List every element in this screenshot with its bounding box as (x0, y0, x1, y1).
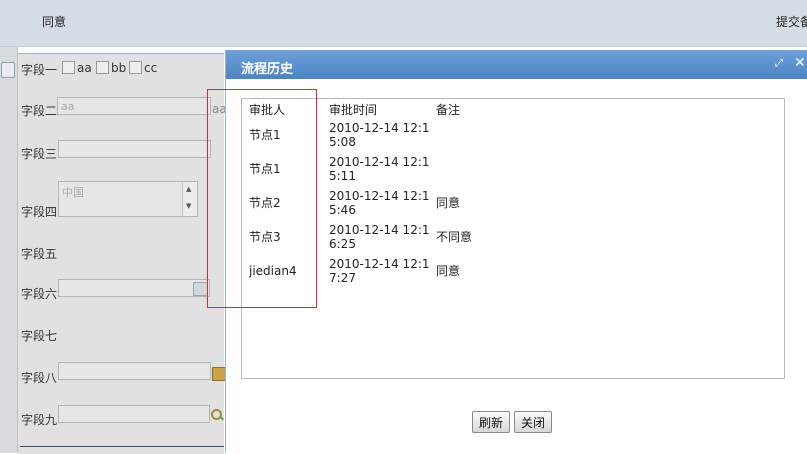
row5-approver: jiedian4 (249, 264, 297, 278)
column-header-note: 备注 (436, 103, 461, 117)
field4-value: 中国 (62, 186, 84, 199)
agree-button[interactable]: 同意 (42, 13, 66, 30)
refresh-button[interactable]: 刷新 (472, 411, 510, 433)
row3-note: 同意 (436, 196, 461, 210)
row4-approver: 节点3 (249, 230, 281, 244)
checkbox-aa[interactable] (62, 61, 75, 74)
scroll-up-icon[interactable]: ▲ (186, 185, 191, 193)
process-history-dialog: 流程历史 ⤢ ✕ 审批人 审批时间 备注 节点1 2010-12-14 12:1… (225, 50, 807, 453)
field9-label: 字段九 (21, 413, 58, 427)
checkbox-cc[interactable] (129, 61, 142, 74)
field4-textarea[interactable]: 中国 ▲ ▼ (58, 181, 198, 217)
history-table: 审批人 审批时间 备注 节点1 2010-12-14 12:1 5:08 节点1 … (241, 98, 785, 379)
row1-approver: 节点1 (249, 128, 281, 142)
row4-time: 2010-12-14 12:1 6:25 (329, 223, 430, 251)
collapse-tab[interactable] (1, 62, 15, 78)
row2-time: 2010-12-14 12:1 5:11 (329, 155, 430, 183)
field2-input[interactable]: aa (57, 97, 211, 115)
row1-time: 2010-12-14 12:1 5:08 (329, 121, 430, 149)
field3-input[interactable] (58, 140, 211, 158)
left-strip (0, 47, 18, 453)
row3-approver: 节点2 (249, 196, 281, 210)
search-icon[interactable] (211, 409, 224, 421)
checkbox-cc-label: cc (144, 61, 158, 75)
dialog-title: 流程历史 (241, 62, 294, 77)
maximize-icon[interactable]: ⤢ (775, 58, 783, 69)
field8-input[interactable] (58, 362, 211, 380)
column-header-approver: 审批人 (249, 103, 286, 117)
form-divider (20, 446, 224, 447)
close-button[interactable]: 关闭 (514, 411, 552, 433)
field2-label: 字段二 (21, 104, 58, 118)
field5-label: 字段五 (21, 247, 58, 261)
field4-scrollbar[interactable]: ▲ ▼ (182, 182, 197, 216)
row5-note: 同意 (436, 264, 461, 278)
submit-button[interactable]: 提交备 (776, 13, 807, 30)
checkbox-aa-label: aa (77, 61, 92, 75)
calendar-icon[interactable] (193, 282, 208, 296)
background-form: 字段一 aa bb cc 字段二 aa aa 字段三 中国 ▲ ▼ 字段四 字段… (18, 53, 227, 454)
field8-label: 字段八 (21, 371, 58, 385)
field7-label: 字段七 (21, 329, 58, 343)
field6-label: 字段六 (21, 287, 58, 301)
field6-date-input[interactable] (58, 279, 210, 297)
checkbox-bb-label: bb (111, 61, 127, 75)
close-icon[interactable]: ✕ (794, 55, 806, 71)
checkbox-bb[interactable] (96, 61, 109, 74)
row5-time: 2010-12-14 12:1 7:27 (329, 257, 430, 285)
house-icon[interactable] (212, 367, 226, 381)
field3-label: 字段三 (21, 147, 58, 161)
dialog-header: 流程历史 ⤢ ✕ (226, 50, 807, 79)
row2-approver: 节点1 (249, 162, 281, 176)
scroll-down-icon[interactable]: ▼ (186, 202, 191, 210)
field1-label: 字段一 (21, 63, 58, 77)
field9-input[interactable] (58, 405, 210, 423)
row4-note: 不同意 (436, 230, 473, 244)
field4-label: 字段四 (21, 205, 58, 219)
top-toolbar: 同意 提交备 (0, 0, 807, 47)
column-header-time: 审批时间 (329, 103, 378, 117)
row3-time: 2010-12-14 12:1 5:46 (329, 189, 430, 217)
